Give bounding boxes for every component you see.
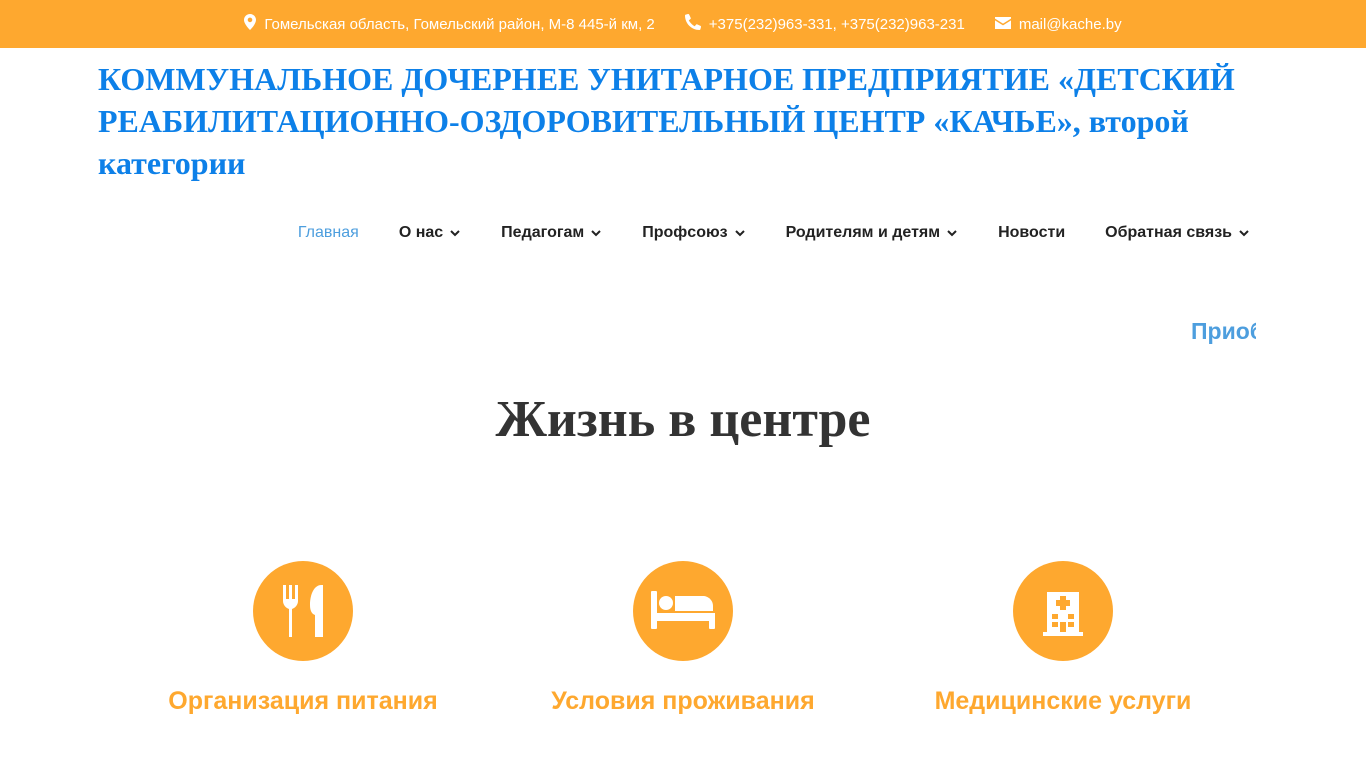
top-info-bar: Гомельская область, Гомельский район, М-… [0,0,1366,48]
feature-title: Организация питания [168,687,438,715]
nav-item-label: Обратная связь [1105,224,1232,241]
main-nav: Главная О нас Педагогам Профсоюз Родител… [258,222,1250,244]
chevron-down-icon [947,230,957,237]
site-title[interactable]: КОММУНАЛЬНОЕ ДОЧЕРНЕЕ УНИТАРНОЕ ПРЕДПРИЯ… [98,58,1268,184]
email-text: mail@kache.by [1018,15,1122,33]
bed-icon [651,591,715,629]
features-list: Организация питания Условия проживания М… [113,561,1253,716]
chevron-down-icon [734,230,745,237]
email-info[interactable]: mail@kache.by [994,15,1122,33]
section-title: Жизнь в центре [495,391,871,448]
hospital-icon [1043,592,1083,636]
feature-medical[interactable]: Медицинские услуги [873,561,1253,716]
envelope-icon [994,16,1011,33]
nav-item-parents-children[interactable]: Родителям и детям [786,222,958,244]
chevron-down-icon [450,230,460,237]
feature-accommodation[interactable]: Условия проживания [493,561,873,716]
nav-item-about[interactable]: О нас [399,222,461,244]
address-info: Гомельская область, Гомельский район, М-… [244,14,655,34]
feature-icon-circle [633,561,733,661]
phone-text: +375(232)963-331, +375(232)963-231 [708,15,965,33]
chevron-down-icon [591,230,601,237]
feature-icon-circle [1013,561,1113,661]
nav-item-teachers[interactable]: Педагогам [501,222,602,244]
nav-item-label: Педагогам [501,224,585,241]
feature-icon-circle [253,561,353,661]
news-marquee[interactable]: Приоб [110,316,1256,350]
utensils-icon [283,585,323,637]
feature-title: Медицинские услуги [934,687,1192,715]
nav-item-label: Профсоюз [642,224,728,241]
nav-item-news[interactable]: Новости [998,222,1065,244]
marquee-text[interactable]: Приоб [1191,318,1256,345]
nav-item-label: О нас [398,224,444,241]
nav-item-union[interactable]: Профсоюз [642,222,745,244]
address-text: Гомельская область, Гомельский район, М-… [264,15,655,33]
phone-info[interactable]: +375(232)963-331, +375(232)963-231 [684,13,965,34]
nav-item-home[interactable]: Главная [298,222,359,244]
feature-title: Условия проживания [551,687,815,715]
feature-nutrition[interactable]: Организация питания [113,561,493,716]
nav-item-label: Главная [297,224,359,241]
chevron-down-icon [1239,230,1249,237]
phone-icon [684,13,701,34]
map-pin-icon [244,14,257,34]
nav-item-feedback[interactable]: Обратная связь [1105,222,1250,244]
nav-item-label: Новости [998,224,1066,241]
nav-item-label: Родителям и детям [785,224,941,241]
